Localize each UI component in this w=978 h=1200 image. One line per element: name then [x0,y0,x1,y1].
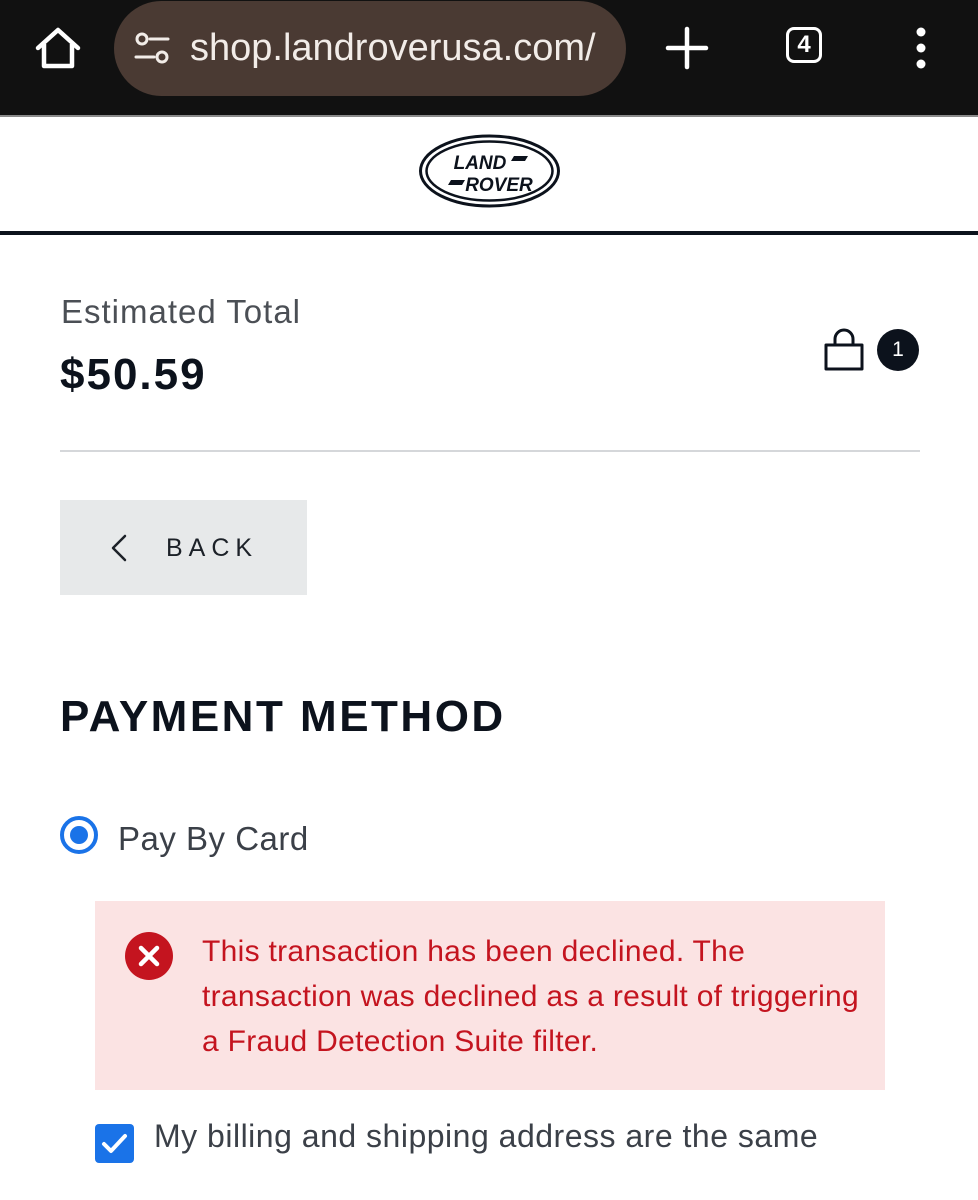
more-vert-icon[interactable] [906,27,936,69]
url-text[interactable]: shop.landroverusa.com/ [190,25,610,71]
billing-same-label[interactable]: My billing and shipping address are the … [154,1118,818,1155]
logo-line-2: ROVER [465,175,533,196]
back-button[interactable]: BACK [60,500,307,595]
estimated-total-label: Estimated Total [61,293,302,330]
plus-icon[interactable] [664,25,710,71]
error-circle-icon [124,931,174,981]
home-icon[interactable] [32,22,84,74]
back-button-label: BACK [166,534,259,562]
shopping-bag-icon[interactable] [821,326,867,372]
browser-toolbar: shop.landroverusa.com/ 4 [0,0,978,115]
cart-count-badge[interactable]: 1 [877,329,919,371]
pay-by-card-label[interactable]: Pay By Card [118,820,309,858]
header-rule [0,231,978,235]
chevron-left-icon [110,534,128,562]
billing-same-checkbox[interactable] [95,1124,134,1163]
address-bar[interactable]: shop.landroverusa.com/ [114,1,626,96]
site-header: LAND ROVER [0,117,978,231]
tab-switcher-button[interactable]: 4 [786,27,822,63]
error-message: This transaction has been declined. The … [202,935,860,1058]
payment-method-title: PAYMENT METHOD [60,692,506,741]
error-alert: This transaction has been declined. The … [95,901,885,1090]
tune-icon[interactable] [134,32,170,66]
pay-by-card-radio[interactable] [60,816,98,854]
estimated-total-amount: $50.59 [60,350,207,399]
radio-selected-dot [70,826,88,844]
logo-line-1: LAND [454,153,507,174]
land-rover-logo[interactable]: LAND ROVER [418,133,561,209]
summary-divider [60,450,920,452]
